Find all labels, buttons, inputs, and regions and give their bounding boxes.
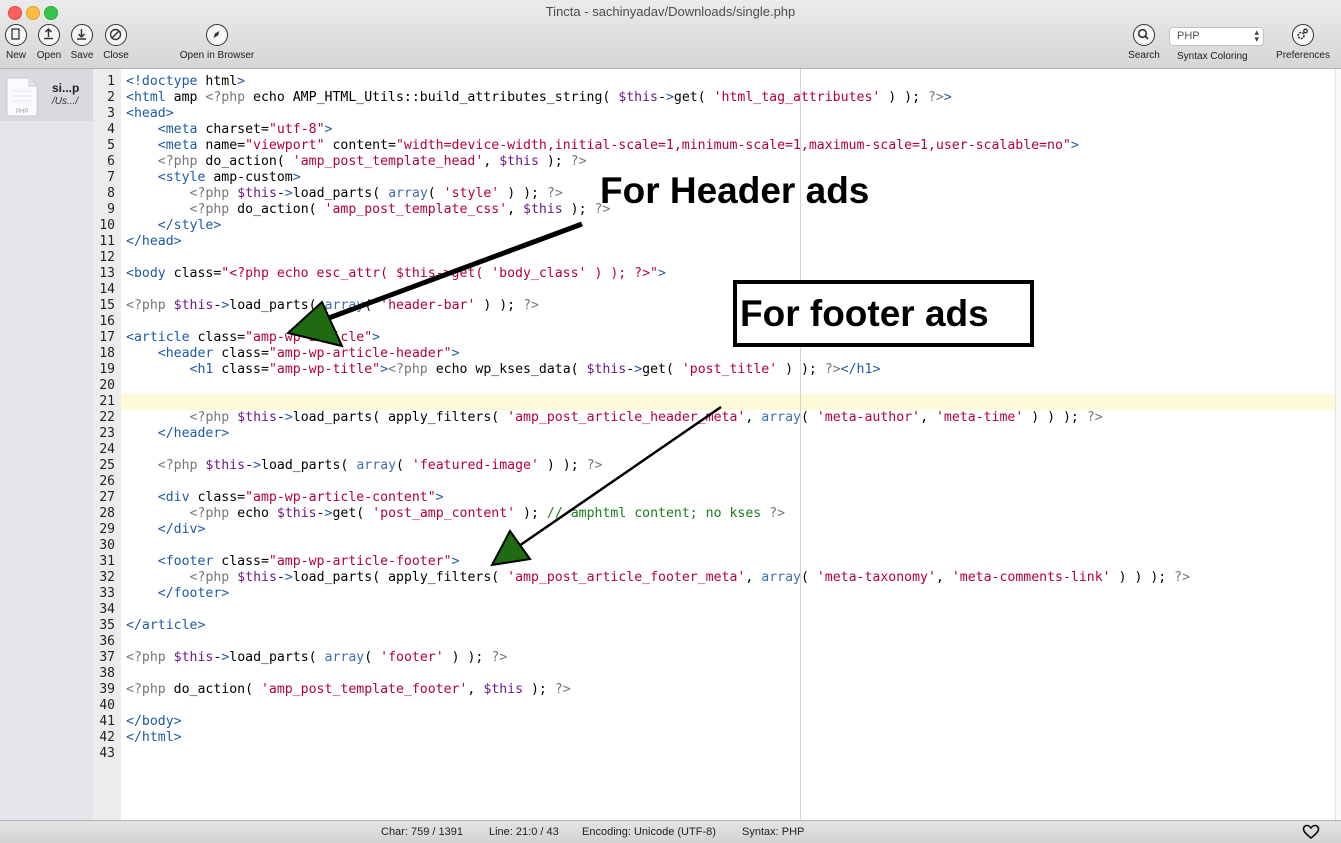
- status-syntax: Syntax: PHP: [742, 826, 805, 838]
- header-arrow-head: [285, 300, 344, 348]
- status-encoding: Encoding: Unicode (UTF-8): [582, 826, 716, 838]
- status-bar: Char: 759 / 1391 Line: 21:0 / 43 Encodin…: [0, 820, 1341, 843]
- header-arrow-line: [317, 221, 583, 325]
- annotation-arrows: [285, 221, 722, 567]
- status-line: Line: 21:0 / 43: [489, 826, 559, 838]
- footer-arrow-line: [515, 405, 722, 550]
- header-ads-annotation: For Header ads: [600, 170, 870, 211]
- footer-ads-annotation: For footer ads: [740, 293, 989, 334]
- heart-icon[interactable]: [1302, 824, 1320, 840]
- status-char: Char: 759 / 1391: [381, 826, 463, 838]
- footer-arrow-head: [490, 529, 532, 567]
